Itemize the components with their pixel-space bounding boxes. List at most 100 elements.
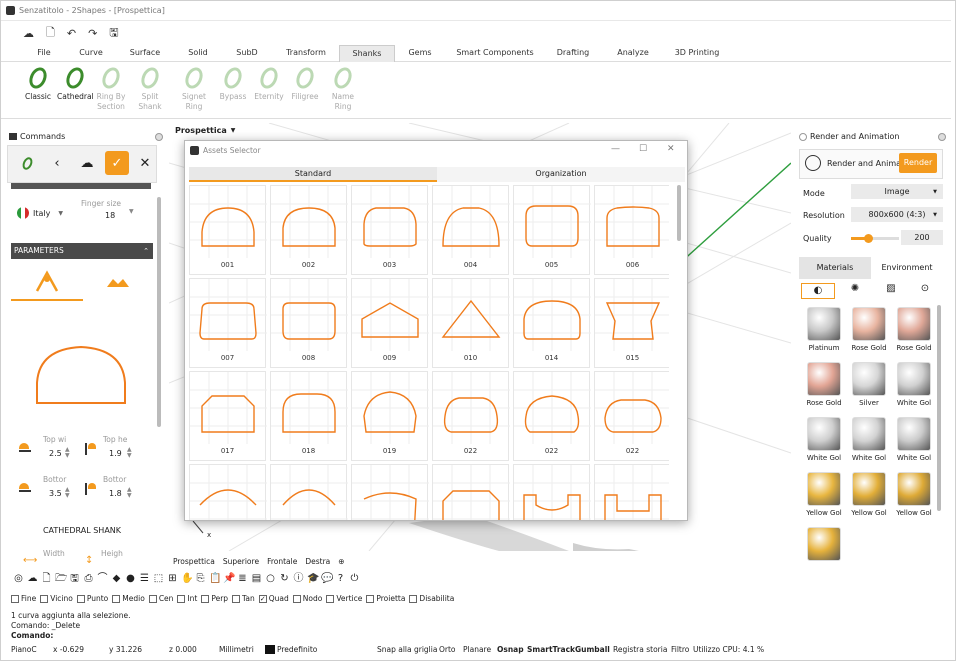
bypass-button[interactable]: Bypass [219, 64, 247, 102]
filter-toggle[interactable]: Filtro [671, 645, 689, 654]
cloud-icon[interactable]: ☁ [27, 573, 38, 584]
osnap-vicino-checkbox[interactable]: Vicino [40, 594, 73, 603]
material-item[interactable]: Rose Gold [893, 305, 935, 355]
asset-item[interactable]: 017 [189, 371, 267, 461]
asset-item[interactable]: 003 [351, 185, 429, 275]
gem-icon[interactable]: ◆ [111, 573, 122, 584]
save-icon[interactable]: 🖫 [109, 24, 118, 43]
filigree-button[interactable]: Filigree [289, 64, 321, 102]
save-icon[interactable]: 🖫 [69, 573, 80, 584]
commands-scrollbar[interactable] [157, 197, 161, 427]
asset-item[interactable] [513, 464, 591, 520]
slider-thumb[interactable] [863, 234, 873, 243]
cloud-upload-icon[interactable]: ☁ [75, 151, 99, 175]
profile-tab[interactable] [11, 263, 83, 301]
asset-item[interactable]: 015 [594, 278, 669, 368]
snap-grid-toggle[interactable]: Snap alla griglia [377, 645, 437, 654]
view-tab-frontale[interactable]: Frontale [267, 557, 297, 566]
asset-item[interactable]: 014 [513, 278, 591, 368]
tab-organization[interactable]: Organization [437, 167, 685, 182]
asset-item[interactable]: 004 [432, 185, 510, 275]
sphere-icon[interactable]: ● [125, 573, 136, 584]
tab-surface[interactable]: Surface [125, 45, 165, 62]
asset-item[interactable] [432, 464, 510, 520]
print-icon[interactable]: ⎙ [83, 573, 94, 584]
tab-smart-components[interactable]: Smart Components [453, 45, 537, 62]
texture-icon[interactable]: ▨ [883, 283, 899, 299]
undo-icon[interactable]: ↶ [67, 27, 76, 40]
tab-environment[interactable]: Environment [871, 257, 943, 279]
open-icon[interactable]: ☁ [23, 27, 34, 40]
tab-file[interactable]: File [29, 45, 59, 62]
command-prompt[interactable]: Comando: [11, 631, 131, 641]
copy-icon[interactable]: ⎘ [195, 573, 206, 584]
osnap-punto-checkbox[interactable]: Punto [76, 594, 108, 603]
asset-item[interactable]: 002 [270, 185, 348, 275]
asset-item[interactable]: 018 [270, 371, 348, 461]
material-item[interactable]: Rose Gold [803, 360, 845, 410]
material-item[interactable]: White Gol [893, 415, 935, 465]
gumball-toggle[interactable]: Gumball [575, 645, 610, 654]
asset-item[interactable] [270, 464, 348, 520]
osnap-cen-checkbox[interactable]: Cen [148, 594, 173, 603]
tab-drafting[interactable]: Drafting [551, 45, 595, 62]
help-icon[interactable]: ? [335, 573, 346, 584]
split-shank-button[interactable]: Split Shank [129, 64, 171, 112]
units-label[interactable]: Millimetri [219, 645, 254, 654]
close-icon[interactable]: ✕ [133, 151, 157, 175]
tab-subd[interactable]: SubD [231, 45, 263, 62]
tab-transform[interactable]: Transform [281, 45, 331, 62]
ring-icon[interactable] [15, 151, 39, 175]
osnap-fine-checkbox[interactable]: Fine [11, 594, 36, 603]
planar-toggle[interactable]: Planare [463, 645, 491, 654]
confirm-button[interactable]: ✓ [105, 151, 129, 175]
gumball-icon[interactable]: ◎ [13, 573, 24, 584]
pan-icon[interactable]: ✋ [181, 573, 193, 584]
curve-icon[interactable]: ⌒ [97, 573, 108, 584]
quality-input[interactable]: 200 [901, 230, 943, 245]
material-item[interactable]: White Gol [803, 415, 845, 465]
layers-icon[interactable]: ☰ [139, 573, 150, 584]
classic-shank-button[interactable]: Classic [23, 64, 53, 102]
tab-3d-printing[interactable]: 3D Printing [671, 45, 723, 62]
osnap-quad-checkbox[interactable]: ✓ Quad [258, 594, 289, 603]
graduation-icon[interactable]: 🎓 [307, 573, 319, 584]
minimize-icon[interactable]: — [611, 144, 620, 154]
sphere-icon[interactable]: ◐ [801, 283, 835, 299]
chat-icon[interactable]: 💬 [321, 573, 333, 584]
top-height-stepper[interactable]: Top he 1.9 ▲ ▼ [85, 435, 145, 465]
asset-item[interactable]: 022 [513, 371, 591, 461]
asset-item[interactable]: 022 [594, 371, 669, 461]
name-ring-button[interactable]: Name Ring [323, 64, 363, 112]
tab-shanks[interactable]: Shanks [339, 45, 395, 62]
top-width-stepper[interactable]: Top wi 2.5 ▲ ▼ [19, 435, 79, 465]
bottom-height-stepper[interactable]: Bottor 1.8 ▲ ▼ [85, 475, 145, 505]
select-icon[interactable]: ⬚ [153, 573, 164, 584]
pin-icon[interactable]: 📌 [223, 573, 235, 584]
osnap-vertice-checkbox[interactable]: Vertice [326, 594, 362, 603]
tab-curve[interactable]: Curve [73, 45, 109, 62]
view-tab-prospettica[interactable]: Prospettica [173, 557, 215, 566]
panel-options-icon[interactable] [938, 133, 946, 141]
asset-item[interactable]: 022 [432, 371, 510, 461]
ring-by-section-button[interactable]: Ring By Section [95, 64, 127, 112]
render-button[interactable]: Render [899, 153, 937, 173]
list-icon[interactable]: ≣ [237, 573, 248, 584]
paste-icon[interactable]: 📋 [209, 573, 221, 584]
asset-item[interactable] [351, 464, 429, 520]
maximize-icon[interactable]: ☐ [639, 144, 647, 154]
assets-scrollbar[interactable] [677, 185, 681, 241]
new-file-icon[interactable]: 🗋 [41, 573, 52, 584]
country-select[interactable]: Italy ▼ [17, 207, 63, 219]
ortho-toggle[interactable]: Orto [439, 645, 456, 654]
material-item[interactable]: White Gol [848, 415, 890, 465]
document-icon[interactable]: ▤ [251, 573, 262, 584]
power-icon[interactable]: ⏻ [349, 573, 360, 584]
material-item[interactable]: Rose Gold [848, 305, 890, 355]
info-icon[interactable]: ⓘ [293, 573, 304, 584]
tab-materials[interactable]: Materials [799, 257, 871, 279]
asset-item[interactable]: 001 [189, 185, 267, 275]
material-item[interactable]: Yellow Gol [803, 470, 845, 520]
asset-item[interactable]: 005 [513, 185, 591, 275]
finger-size-stepper[interactable]: Finger size 18 ▼ [77, 199, 137, 223]
